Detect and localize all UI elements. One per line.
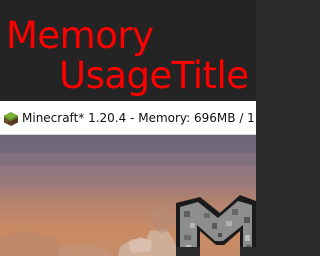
window-titlebar[interactable]: Minecraft* 1.20.4 - Memory: 696MB / 1,42… [0, 101, 256, 135]
minecraft-logo-partial [176, 195, 256, 256]
overlay-title-line-2: UsageTitle [59, 54, 249, 97]
window-title: Minecraft* 1.20.4 - Memory: 696MB / 1,42… [22, 111, 256, 125]
screenshot: Memory UsageTitle Minecraft* 1.20.4 - Me… [0, 0, 256, 256]
overlay-title-line-1: Memory [6, 14, 154, 57]
game-view[interactable] [0, 135, 256, 256]
minecraft-grass-block-icon [3, 111, 19, 127]
overlay-title-banner: Memory UsageTitle [0, 0, 256, 101]
